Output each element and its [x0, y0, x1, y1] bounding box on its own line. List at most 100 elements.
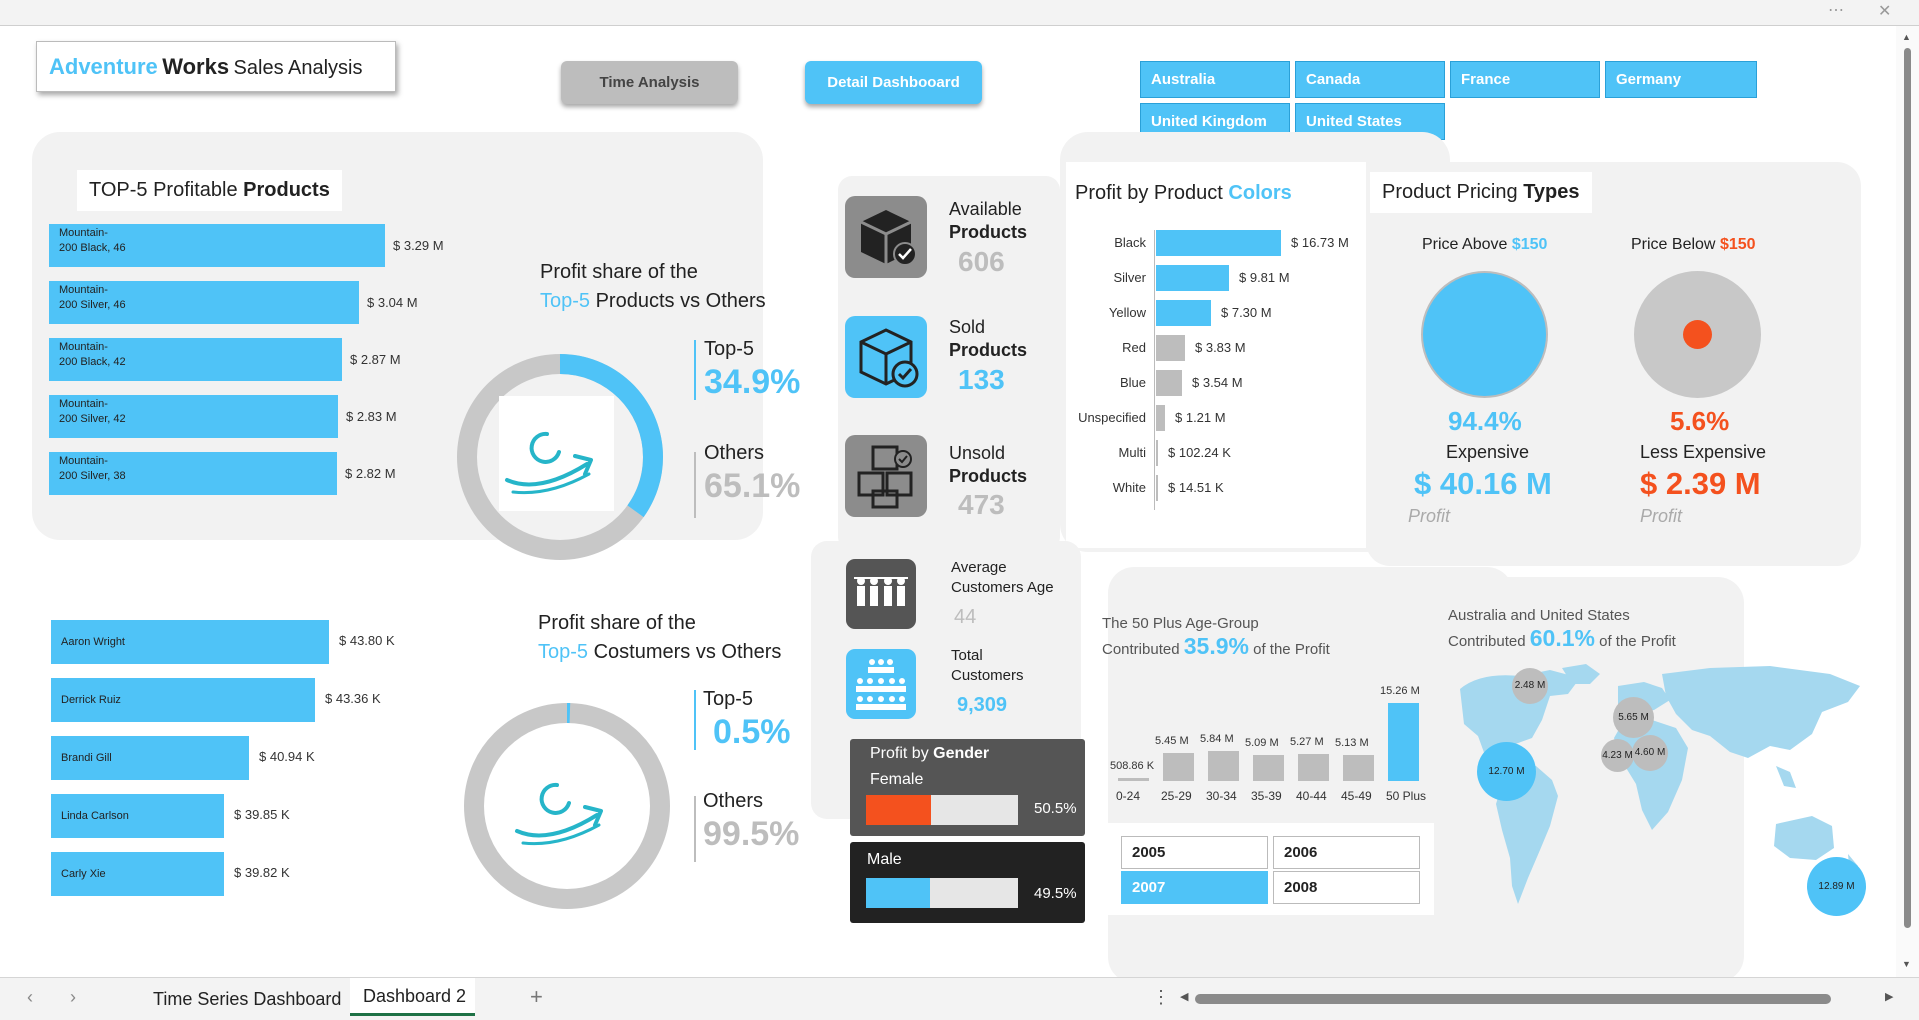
- age-bar: [1208, 751, 1239, 781]
- age-bar-value: 5.13 M: [1335, 737, 1369, 749]
- year-2008[interactable]: 2008: [1273, 871, 1420, 904]
- product-bar-line1: Mountain-: [59, 455, 108, 467]
- sold-products-icon: [845, 316, 927, 398]
- customer-share-line2: Costumers vs Others: [593, 641, 782, 663]
- age-caption: The 50 Plus Age-Group Contributed 35.9% …: [1102, 612, 1330, 661]
- map-caption-line2: Contributed: [1448, 633, 1526, 650]
- colors-axis: [1154, 230, 1155, 510]
- year-2006[interactable]: 2006: [1273, 836, 1420, 869]
- product-bar-line1: Mountain-: [59, 398, 108, 410]
- product-share-caption: Profit share of the Top-5 Products vs Ot…: [540, 258, 766, 316]
- color-bar-value: $ 14.51 K: [1168, 480, 1224, 495]
- customer-bar: Brandi Gill: [51, 736, 249, 780]
- scroll-left-icon[interactable]: ◀: [1180, 990, 1188, 1003]
- title-part2: Works: [162, 54, 230, 79]
- close-icon[interactable]: ✕: [1878, 1, 1891, 21]
- sheet-options-icon[interactable]: ⋮: [1152, 987, 1170, 1008]
- female-label: Female: [870, 771, 924, 788]
- scroll-down-icon[interactable]: ▼: [1902, 959, 1911, 969]
- others-divider: [694, 452, 696, 518]
- price-below-hl: $150: [1719, 236, 1756, 253]
- add-sheet-icon[interactable]: +: [530, 984, 543, 1010]
- age-bar: [1118, 778, 1149, 781]
- more-options-icon[interactable]: ⋯: [1828, 0, 1844, 20]
- detail-dashboard-button[interactable]: Detail Dashbooard: [805, 61, 982, 104]
- color-bar-value: $ 3.83 M: [1195, 340, 1246, 355]
- tab-time-series-dashboard[interactable]: Time Series Dashboard: [153, 989, 341, 1010]
- country-france[interactable]: France: [1450, 61, 1600, 98]
- color-name: Unspecified: [1078, 410, 1146, 425]
- bubble-united-states: 12.70 M: [1477, 742, 1536, 801]
- expensive-circle: [1421, 271, 1548, 398]
- top-products-title: TOP-5 Profitable Products: [77, 170, 342, 211]
- colors-title-a: Profit by Product: [1075, 182, 1223, 204]
- next-sheet-icon[interactable]: ›: [70, 987, 76, 1008]
- gender-title-a: Profit by: [870, 745, 929, 762]
- customer-bar: Derrick Ruiz: [51, 678, 315, 722]
- customer-bar-name: Aaron Wright: [61, 636, 125, 648]
- scroll-up-icon[interactable]: ▲: [1902, 32, 1911, 42]
- country-canada[interactable]: Canada: [1295, 61, 1445, 98]
- price-above-label: Price Above $150: [1422, 236, 1547, 254]
- age-bar: [1298, 754, 1329, 781]
- customer-others-pct: 99.5%: [703, 815, 800, 853]
- product-share-line2: Products vs Others: [595, 290, 766, 312]
- map-caption-line1: Australia and United States: [1448, 607, 1630, 624]
- time-analysis-button[interactable]: Time Analysis: [561, 61, 738, 104]
- color-name: Blue: [1119, 375, 1146, 390]
- avg-line2: Customers Age: [951, 579, 1054, 596]
- product-bar-value: $ 2.87 M: [350, 352, 401, 367]
- growth-logo-2: [509, 747, 624, 862]
- country-germany[interactable]: Germany: [1605, 61, 1757, 98]
- unsold-products-value: 473: [958, 489, 1005, 520]
- age-bar-value: 5.09 M: [1245, 737, 1279, 749]
- country-australia[interactable]: Australia: [1140, 61, 1290, 98]
- top-products-bar-chart: Mountain- 200 Black, 46 $ 3.29 M Mountain- 2…: [49, 224, 449, 524]
- age-group-label: 40-44: [1296, 789, 1327, 803]
- color-bar-value: $ 1.21 M: [1175, 410, 1226, 425]
- color-bar-value: $ 9.81 M: [1239, 270, 1290, 285]
- total-line2: Customers: [951, 667, 1024, 684]
- tab-dashboard-2[interactable]: Dashboard 2: [350, 978, 475, 1016]
- vertical-scroll-thumb[interactable]: [1904, 48, 1911, 928]
- horizontal-scroll-thumb[interactable]: [1195, 994, 1831, 1004]
- colors-title: Profit by Product Colors: [1075, 182, 1292, 205]
- bubble-germany: 5.65 M: [1613, 697, 1654, 738]
- color-name: Silver: [1113, 270, 1146, 285]
- product-bar-line2: 200 Silver, 38: [59, 470, 126, 482]
- customer-top5-label: Top-5: [703, 688, 754, 710]
- expensive-label: Expensive: [1446, 442, 1530, 462]
- product-bar: Mountain- 200 Silver, 46: [49, 281, 359, 324]
- available-line1: Available: [949, 199, 1022, 219]
- product-top5-pct: 34.9%: [704, 363, 801, 401]
- vertical-scrollbar[interactable]: ▲ ▼: [1896, 26, 1919, 977]
- age-group-label: 0-24: [1116, 789, 1141, 803]
- product-share-highlight: Top-5: [540, 290, 591, 312]
- average-age-value: 44: [954, 606, 977, 628]
- pricing-title-a: Product Pricing: [1382, 181, 1518, 203]
- year-2007[interactable]: 2007: [1121, 871, 1268, 904]
- year-2005[interactable]: 2005: [1121, 836, 1268, 869]
- prev-sheet-icon[interactable]: ‹: [27, 987, 33, 1008]
- bubble-australia: 12.89 M: [1807, 857, 1866, 916]
- customer-bar: Carly Xie: [51, 852, 224, 896]
- growth-arrow-icon: [505, 431, 593, 495]
- available-products-label: Available Products: [949, 198, 1027, 244]
- scroll-right-icon[interactable]: ▶: [1885, 990, 1893, 1003]
- color-bar-value: $ 7.30 M: [1221, 305, 1272, 320]
- color-name: Black: [1114, 235, 1146, 250]
- product-others-pct: 65.1%: [704, 467, 801, 505]
- age-bar-value: 5.45 M: [1155, 735, 1189, 747]
- title-part3: Sales Analysis: [233, 57, 363, 79]
- sold-line1: Sold: [949, 317, 986, 337]
- product-bar: Mountain- 200 Silver, 38: [49, 452, 337, 495]
- price-below-text: Price Below: [1631, 236, 1716, 253]
- age-pct: 35.9%: [1183, 633, 1249, 659]
- customer-bar: Linda Carlson: [51, 794, 224, 838]
- customer-bar-value: $ 43.36 K: [325, 691, 381, 706]
- product-bar-line2: 200 Black, 42: [59, 356, 126, 368]
- window-top-bar: ⋯ ✕: [0, 0, 1919, 26]
- age-bar-value: 5.84 M: [1200, 733, 1234, 745]
- map-pct: 60.1%: [1529, 625, 1595, 651]
- age-group-label: 35-39: [1251, 789, 1282, 803]
